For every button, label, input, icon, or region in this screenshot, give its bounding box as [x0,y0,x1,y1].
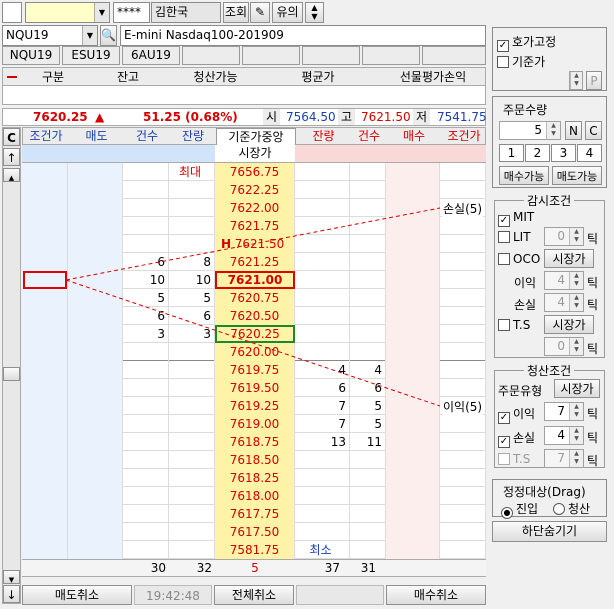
qty-preset[interactable]: 2 [525,144,550,162]
profit-label: 이익 [514,276,537,290]
order-type-label: 주문유형 [498,384,543,398]
ts-checkbox[interactable]: T.S [498,318,530,332]
watch-title: 감시조건 [524,192,575,209]
tick-label: 틱 [587,298,599,312]
p-button[interactable]: P [586,71,602,90]
profit-annotation: 이익(5) [442,398,484,415]
n-button[interactable]: N [565,121,582,140]
check-icon: ✓ [497,40,509,52]
drag-target-panel: 정정대상(Drag) ● 진입 청산 [492,479,607,519]
loss-label: 손실 [514,298,537,312]
qty-preset[interactable]: 3 [551,144,576,162]
hide-bottom-button[interactable]: 하단숨기기 [492,521,607,542]
tick-label: 틱 [587,342,599,356]
c-button[interactable]: C [585,121,602,140]
tick-label: 틱 [587,276,599,290]
qty-input[interactable]: 5 ▲ ▼ [499,121,561,140]
order-qty-panel: 주문수량 5 ▲ ▼ N C 1 2 3 4 매수가능 매도가능 [492,96,607,188]
drag-title: 정정대상(Drag) [503,485,586,499]
liq-loss-checkbox[interactable]: ✓ 손실 [498,429,535,448]
buy-available-button[interactable]: 매수가능 [499,166,549,185]
exit-radio[interactable]: 청산 [553,500,590,517]
order-type-button[interactable]: 시장가 [554,379,600,398]
liquidation-panel: 청산조건 주문유형 시장가 ✓ 이익 7 ▲ ▼ 틱 ✓ 손실 4 ▲ ▼ 틱 T.S 7 ▲… [492,362,607,470]
oco-checkbox[interactable]: OCO [498,252,540,266]
profit-line [65,279,441,407]
qty-preset[interactable]: 4 [577,144,602,162]
mit-checkbox[interactable]: ✓ MIT [498,210,534,227]
liq-profit-checkbox[interactable]: ✓ 이익 [498,405,535,424]
liq-loss-spinner[interactable]: 4 ▲ ▼ [544,426,584,445]
liq-profit-spinner[interactable]: 7 ▲ ▼ [544,402,584,421]
ts-market-button[interactable]: 시장가 [544,315,594,334]
ts-spinner[interactable]: 0 ▲ ▼ [544,337,584,356]
quote-fix-panel: ✓ 호가고정 기준가 ▲ ▼ P [492,27,607,91]
tick-label: 틱 [587,454,599,468]
liq-ts-checkbox[interactable]: T.S [498,452,530,466]
oco-market-button[interactable]: 시장가 [544,249,594,268]
qty-preset[interactable]: 1 [499,144,524,162]
tick-label: 틱 [587,232,599,246]
condition-cell-marker[interactable] [23,271,67,289]
qty-title: 주문수량 [503,103,548,117]
watch-condition-panel: 감시조건 ✓ MIT LIT 0 ▲ ▼ 틱 OCO 시장가 이익 4 ▲ ▼ 틱 손실 … [492,192,607,360]
lit-spinner[interactable]: 0 ▲ ▼ [544,227,584,246]
watch-loss-spinner[interactable]: 4 ▲ ▼ [544,293,584,312]
loss-line [65,207,441,281]
lit-checkbox[interactable]: LIT [498,230,531,244]
tick-label: 틱 [587,431,599,445]
tick-label: 틱 [587,407,599,421]
fix-quote-checkbox[interactable]: ✓ 호가고정 [497,33,556,52]
sell-available-button[interactable]: 매도가능 [552,166,602,185]
liq-title: 청산조건 [524,362,575,379]
loss-annotation: 손실(5) [442,200,484,217]
watch-profit-spinner[interactable]: 4 ▲ ▼ [544,271,584,290]
entry-radio[interactable]: ● 진입 [501,500,538,519]
condition-lines [23,207,441,407]
base-price-checkbox[interactable]: 기준가 [497,53,545,70]
base-price-spinner: ▲ ▼ [569,71,583,90]
liq-ts-spinner[interactable]: 7 ▲ ▼ [544,449,584,468]
